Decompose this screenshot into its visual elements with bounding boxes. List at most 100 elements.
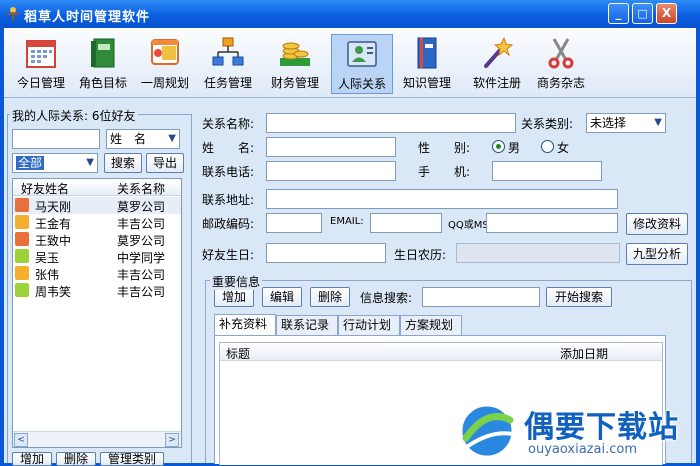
friend-row[interactable]: 马天刚 莫罗公司 <box>13 197 181 214</box>
add-friend-button[interactable]: 增加 <box>12 452 52 466</box>
window-titlebar: 稻草人时间管理软件 _ □ X <box>0 0 700 28</box>
toolbar-label: 一周规划 <box>140 76 189 90</box>
gender-female-label: 女 <box>557 141 570 155</box>
toolbar-knowledge-button[interactable]: 知识管理 <box>396 34 458 94</box>
phone-input[interactable] <box>266 161 396 181</box>
column-header-title[interactable]: 标题 <box>226 345 250 362</box>
relation-name-label: 关系名称: <box>202 117 255 131</box>
delete-friend-button[interactable]: 删除 <box>56 452 96 466</box>
scroll-left-icon[interactable]: < <box>14 433 28 447</box>
toolbar-label: 角色目标 <box>78 76 127 90</box>
column-header-date[interactable]: 添加日期 <box>560 345 608 362</box>
mobile-label: 手 机: <box>418 165 471 179</box>
lunar-birthday-label: 生日农历: <box>394 248 447 262</box>
friend-row[interactable]: 吴玉 中学同学 <box>13 248 181 265</box>
coins-icon <box>280 42 310 66</box>
friend-name: 周韦笑 <box>35 285 72 299</box>
modify-info-button[interactable]: 修改资料 <box>626 213 688 235</box>
toolbar-task-button[interactable]: 任务管理 <box>197 34 259 94</box>
friend-row[interactable]: 张伟 丰吉公司 <box>13 265 181 282</box>
magic-wand-icon <box>484 36 514 68</box>
info-search-input[interactable] <box>422 287 540 307</box>
contact-card-icon <box>347 41 377 67</box>
postcode-label: 邮政编码: <box>202 217 255 231</box>
hierarchy-icon <box>212 37 244 66</box>
female-avatar-icon <box>15 215 29 229</box>
delete-info-button[interactable]: 删除 <box>310 287 350 307</box>
qq-msn-input[interactable] <box>486 213 618 233</box>
relation-name-input[interactable] <box>266 113 516 133</box>
friend-row[interactable]: 周韦笑 丰吉公司 <box>13 282 181 299</box>
add-info-button[interactable]: 增加 <box>214 287 254 307</box>
start-search-button[interactable]: 开始搜索 <box>546 287 612 307</box>
gender-male-radio[interactable] <box>492 140 505 153</box>
watermark-text: 偶要下载站 <box>524 410 679 445</box>
week-plan-icon <box>151 39 179 65</box>
scroll-right-icon[interactable]: > <box>165 433 179 447</box>
birthday-label: 好友生日: <box>202 248 255 262</box>
tab-contact-records[interactable]: 联系记录 <box>276 315 338 335</box>
friend-row[interactable]: 王金有 丰吉公司 <box>13 214 181 231</box>
toolbar-role-goals-button[interactable]: 角色目标 <box>72 34 134 94</box>
enneagram-analysis-button[interactable]: 九型分析 <box>626 243 688 265</box>
close-button[interactable]: X <box>656 3 677 24</box>
toolbar-magazine-button[interactable]: 商务杂志 <box>530 34 592 94</box>
name-label: 姓 名: <box>202 141 255 155</box>
phone-label: 联系电话: <box>202 165 255 179</box>
manage-category-button[interactable]: 管理类别 <box>100 452 164 466</box>
toolbar-label: 软件注册 <box>472 76 521 90</box>
address-label: 联系地址: <box>202 193 255 207</box>
toolbar-register-button[interactable]: 软件注册 <box>466 34 528 94</box>
friends-list-header: 好友姓名 关系名称 <box>13 179 181 196</box>
watermark-logo <box>459 403 515 459</box>
friend-search-input[interactable] <box>12 129 100 149</box>
toolbar-relations-button[interactable]: 人际关系 <box>331 34 393 94</box>
male-avatar-icon <box>15 198 29 212</box>
friend-row[interactable]: 王致中 莫罗公司 <box>13 231 181 248</box>
gender-label: 性 别: <box>418 141 471 155</box>
friend-relation: 丰吉公司 <box>117 217 166 231</box>
gender-female-radio[interactable] <box>541 140 554 153</box>
friend-name: 张伟 <box>35 268 60 282</box>
mobile-input[interactable] <box>492 161 602 181</box>
horizontal-scrollbar[interactable]: < > <box>13 431 181 447</box>
watermark-url: ouyaoxiazai.com <box>528 442 637 457</box>
book-icon <box>91 38 115 68</box>
friend-relation: 丰吉公司 <box>117 268 166 282</box>
toolbar-label: 商务杂志 <box>536 76 585 90</box>
relation-type-select[interactable]: 未选择 ▼ <box>586 113 666 133</box>
info-grid-header: 标题 添加日期 <box>220 343 662 361</box>
watermark: 偶要下载站 ouyaoxiazai.com <box>452 398 700 463</box>
birthday-input[interactable] <box>266 243 386 263</box>
search-field-select[interactable]: 姓 名 ▼ <box>106 129 180 149</box>
toolbar-today-button[interactable]: 今日管理 <box>10 34 72 94</box>
tab-action-plan[interactable]: 行动计划 <box>338 315 400 335</box>
friend-relation: 莫罗公司 <box>117 234 166 248</box>
postcode-input[interactable] <box>266 213 322 233</box>
group-select-value: 全部 <box>16 156 45 170</box>
group-select[interactable]: 全部 ▼ <box>12 153 98 173</box>
main-toolbar: 今日管理 角色目标 一周规划 任务管理 财务管理 人际关系 知识管理 软件注册 … <box>4 28 696 98</box>
minimize-button[interactable]: _ <box>608 3 629 24</box>
knowledge-book-icon <box>417 37 437 69</box>
maximize-button[interactable]: □ <box>632 3 653 24</box>
person-avatar-icon <box>15 283 29 297</box>
scarecrow-app-icon <box>7 7 19 21</box>
email-input[interactable] <box>370 213 442 233</box>
address-input[interactable] <box>266 189 618 209</box>
export-button[interactable]: 导出 <box>146 153 184 173</box>
column-header-relation[interactable]: 关系名称 <box>117 180 165 197</box>
toolbar-label: 任务管理 <box>203 76 252 90</box>
toolbar-label: 今日管理 <box>16 76 65 90</box>
search-button[interactable]: 搜索 <box>104 153 142 173</box>
toolbar-finance-button[interactable]: 财务管理 <box>264 34 326 94</box>
toolbar-label: 财务管理 <box>270 76 319 90</box>
tab-supplement[interactable]: 补充资料 <box>214 314 276 336</box>
tab-solution-plan[interactable]: 方案规划 <box>400 315 462 335</box>
column-header-name[interactable]: 好友姓名 <box>21 180 69 197</box>
edit-info-button[interactable]: 编辑 <box>262 287 302 307</box>
scissors-icon <box>548 38 574 69</box>
toolbar-week-plan-button[interactable]: 一周规划 <box>134 34 196 94</box>
name-input[interactable] <box>266 137 396 157</box>
important-info-legend: 重要信息 <box>210 273 263 290</box>
